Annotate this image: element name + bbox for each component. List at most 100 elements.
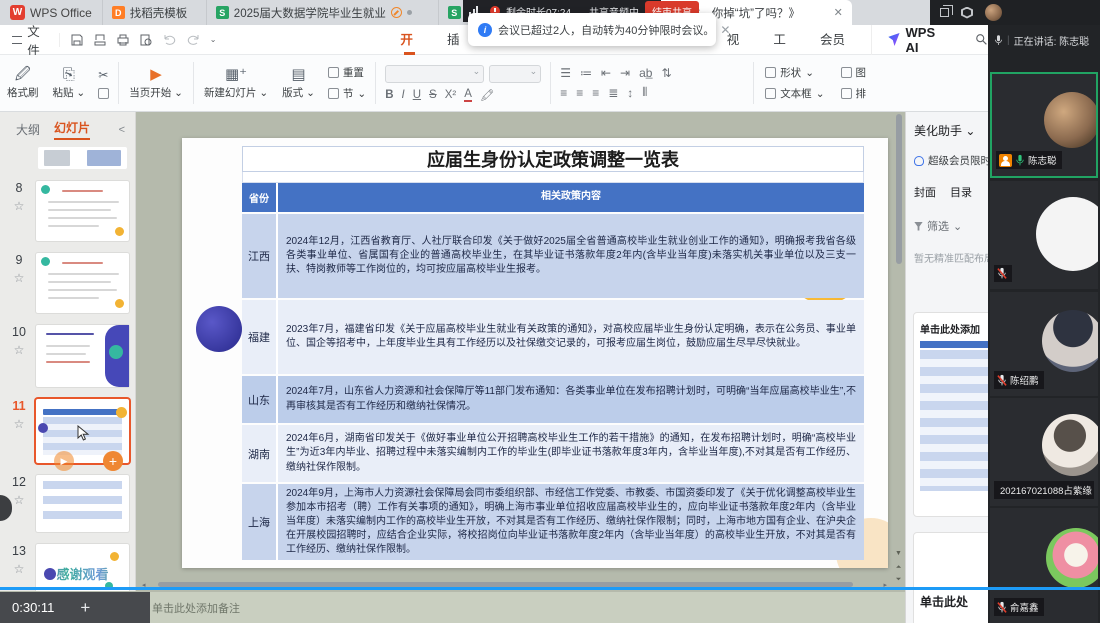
highlight-button[interactable]: 🖍 — [480, 88, 495, 102]
vip-banner[interactable]: 超级会员限时 — [906, 139, 988, 168]
previous-slide-icon[interactable]: ⏶ — [893, 564, 904, 572]
meeting-mode-icon[interactable] — [961, 7, 973, 19]
user-avatar[interactable] — [985, 4, 1002, 21]
align-right-icon[interactable]: ≡ — [592, 86, 599, 100]
text-direction-icon[interactable]: ⇅ — [661, 66, 671, 80]
paste-icon: ⎘ — [63, 67, 75, 82]
undo-icon[interactable] — [162, 33, 177, 47]
bullet-list-icon[interactable]: ☰ — [560, 66, 571, 80]
current-slide[interactable]: 应届生身份认定政策调整一览表 省份 相关政策内容 江西2024年12月，江西省教… — [182, 138, 888, 568]
restore-window-icon[interactable] — [940, 8, 949, 17]
layout-icon: ▤ — [291, 67, 305, 82]
format-painter-button[interactable]: 🖉 格式刷 — [0, 55, 46, 111]
arrange-button[interactable]: 排 — [841, 86, 867, 101]
tab-toc[interactable]: 目录 — [950, 184, 972, 200]
tab-cover[interactable]: 封面 — [914, 184, 936, 200]
menu-tab-0[interactable]: 开始 — [386, 25, 433, 55]
font-color-button[interactable]: A — [464, 88, 472, 102]
slide-thumbnail-10[interactable] — [36, 325, 129, 387]
italic-button[interactable]: I — [402, 89, 405, 101]
slide-thumbnail-9[interactable] — [36, 253, 129, 313]
shapes-button[interactable]: 形状 ⌄ — [765, 65, 824, 80]
increase-indent-icon[interactable]: ⇥ — [620, 66, 630, 80]
beautify-title[interactable]: 美化助手 ⌄ — [906, 112, 988, 139]
file-menu-button[interactable]: 文件 — [0, 21, 59, 59]
timer-add-button[interactable]: + — [80, 598, 90, 618]
reset-button[interactable]: 重置 — [328, 65, 366, 80]
collapse-panel-icon[interactable]: < — [119, 124, 125, 136]
section-button[interactable]: 节 ⌄ — [328, 86, 366, 101]
copy-icon[interactable] — [98, 88, 109, 99]
save-icon[interactable] — [70, 33, 84, 47]
favorite-star-icon[interactable]: ☆ — [14, 271, 25, 285]
new-slide-button[interactable]: ▦⁺ 新建幻灯片 ⌄ — [197, 55, 275, 111]
slide-title[interactable]: 应届生身份认定政策调整一览表 — [242, 146, 864, 172]
favorite-star-icon[interactable]: ☆ — [14, 562, 25, 576]
play-from-slide-button[interactable]: ▶ — [54, 451, 74, 471]
participant-tile[interactable]: 俞嘉鑫 — [990, 508, 1098, 623]
participant-tile[interactable]: 陈志聪 — [990, 72, 1098, 178]
font-size-select[interactable] — [489, 65, 541, 83]
tab-slides[interactable]: 幻灯片 — [54, 119, 90, 140]
notification-close-icon[interactable]: ✕ — [720, 23, 730, 37]
favorite-star-icon[interactable]: ☆ — [14, 343, 25, 357]
document-tab[interactable]: S2025届大数据学院毕业生就业 — [206, 0, 438, 25]
participant-tile[interactable]: 陈绍鹏 — [990, 292, 1098, 396]
favorite-star-icon[interactable]: ☆ — [14, 199, 25, 213]
slide-thumbnail-partial[interactable] — [38, 147, 127, 169]
slide-thumbnail-11[interactable]: ▶+ — [36, 399, 129, 463]
participant-tile[interactable] — [990, 181, 1098, 289]
print-icon[interactable] — [116, 33, 130, 47]
sheet-file-icon: S — [216, 6, 229, 19]
paste-button[interactable]: ⎘ 粘贴 ⌄ — [46, 55, 93, 111]
document-tab[interactable]: D找稻壳模板 — [102, 0, 206, 25]
strikethrough-button[interactable]: S — [429, 89, 437, 101]
editing-canvas[interactable]: 应届生身份认定政策调整一览表 省份 相关政策内容 江西2024年12月，江西省教… — [136, 112, 893, 592]
notes-input[interactable]: 单击此处添加备注 — [136, 592, 905, 623]
participant-tile[interactable]: 202167021088占紫缘 — [990, 398, 1098, 506]
font-family-select[interactable] — [385, 65, 484, 83]
char-spacing-icon[interactable]: ab̲ — [639, 66, 652, 80]
align-left-icon[interactable]: ≡ — [560, 86, 567, 100]
textbox-button[interactable]: 文本框 ⌄ — [765, 86, 824, 101]
justify-icon[interactable]: ≣ — [608, 86, 618, 100]
menu-tab-9[interactable]: 会员专享 — [806, 25, 871, 55]
columns-icon[interactable]: ⫴ — [642, 85, 647, 100]
participant-avatar — [1044, 92, 1098, 148]
template-card[interactable]: 单击此处添加 — [913, 312, 988, 517]
slide-layout-button[interactable]: ▤ 版式 ⌄ — [275, 55, 322, 111]
slide-thumbnail-8[interactable] — [36, 181, 129, 241]
insert-slide-button[interactable]: + — [103, 451, 123, 471]
search-icon[interactable] — [975, 32, 988, 47]
superscript-button[interactable]: X² — [445, 89, 457, 101]
template-card[interactable]: 单击此处 — [913, 532, 988, 623]
filter-button[interactable]: 筛选 ⌄ — [906, 200, 988, 234]
numbered-list-icon[interactable]: ≔ — [580, 66, 592, 80]
vertical-scroll-thumb[interactable] — [896, 114, 902, 264]
underline-button[interactable]: U — [413, 89, 421, 101]
policy-table[interactable]: 省份 相关政策内容 江西2024年12月，江西省教育厅、人社厅联合印发《关于做好… — [242, 183, 864, 562]
wps-ai-button[interactable]: WPS AI — [871, 25, 961, 55]
menu-tab-8[interactable]: 工具 — [759, 25, 806, 55]
redo-icon[interactable] — [186, 33, 201, 47]
vertical-scrollbar[interactable]: ▼ ⏶ ⏷ — [893, 112, 904, 592]
export-icon[interactable] — [93, 33, 107, 47]
next-slide-icon[interactable]: ⏷ — [893, 576, 904, 584]
align-center-icon[interactable]: ≡ — [576, 86, 583, 100]
line-spacing-icon[interactable]: ↕ — [627, 86, 633, 100]
bold-button[interactable]: B — [385, 89, 393, 101]
slide-thumbnail-13[interactable]: 感谢观看 — [36, 544, 129, 591]
slide-thumbnail-12[interactable] — [36, 475, 129, 532]
favorite-star-icon[interactable]: ☆ — [14, 493, 25, 507]
tab-outline[interactable]: 大纲 — [16, 121, 40, 138]
scroll-down-icon[interactable]: ▼ — [893, 550, 904, 557]
favorite-star-icon[interactable]: ☆ — [14, 417, 25, 431]
picture-button[interactable]: 图 — [841, 65, 867, 80]
qat-caret-icon[interactable]: ⌄ — [210, 35, 217, 44]
print-preview-icon[interactable] — [139, 33, 153, 47]
participant-name: 俞嘉鑫 — [1010, 600, 1039, 614]
cut-icon[interactable]: ✂ — [98, 68, 109, 82]
play-from-current-button[interactable]: ▶ 当页开始 ⌄ — [122, 55, 190, 111]
close-tab-icon[interactable]: ✕ — [834, 6, 843, 19]
decrease-indent-icon[interactable]: ⇤ — [601, 66, 611, 80]
